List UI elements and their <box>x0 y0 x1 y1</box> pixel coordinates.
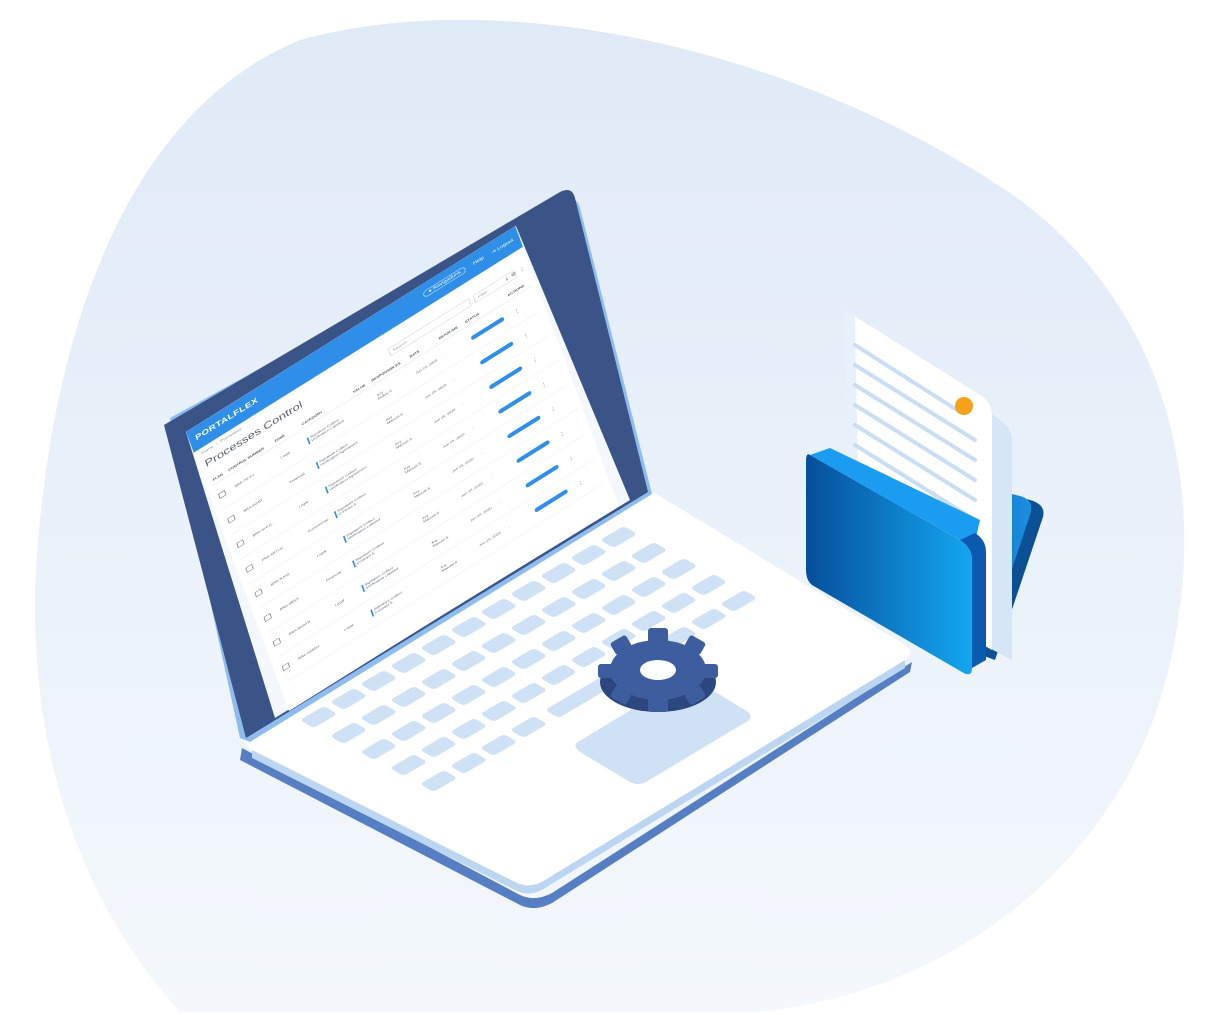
more-vert-icon[interactable]: ⋮ <box>513 306 521 315</box>
more-vert-icon[interactable]: ⋮ <box>518 265 526 274</box>
more-vert-icon[interactable]: ⋮ <box>567 454 575 463</box>
checkbox-icon[interactable] <box>217 489 227 499</box>
help-link[interactable]: Help <box>473 255 485 265</box>
table-tools: ⤓ ⚙ ⋮ <box>504 265 526 283</box>
gear-icon <box>598 628 718 712</box>
user-icon: ● <box>427 288 433 294</box>
checkbox-icon[interactable] <box>263 612 272 622</box>
checkbox-icon[interactable] <box>272 637 281 647</box>
more-vert-icon[interactable]: ⋮ <box>576 479 584 488</box>
responsible-line: Manuel S <box>441 560 459 574</box>
logout-link[interactable]: ⇥ Logout <box>490 237 514 255</box>
more-vert-icon[interactable]: ⋮ <box>531 356 539 365</box>
more-vert-icon[interactable]: ⋮ <box>540 380 548 389</box>
checkbox-icon[interactable] <box>227 514 236 524</box>
more-vert-icon[interactable]: ⋮ <box>558 429 566 438</box>
checkbox-icon[interactable] <box>236 538 245 548</box>
checkbox-icon[interactable] <box>245 563 254 573</box>
logout-icon: ⇥ <box>490 248 497 255</box>
more-vert-icon[interactable]: ⋮ <box>549 405 557 414</box>
checkbox-icon[interactable] <box>254 588 263 598</box>
breadcrumb-separator: › <box>215 442 219 447</box>
status-button[interactable] <box>533 488 568 513</box>
more-vert-icon[interactable]: ⋮ <box>522 331 530 340</box>
logout-label: Logout <box>496 237 514 252</box>
document-dot <box>955 397 973 415</box>
checkbox-icon[interactable] <box>281 661 291 672</box>
